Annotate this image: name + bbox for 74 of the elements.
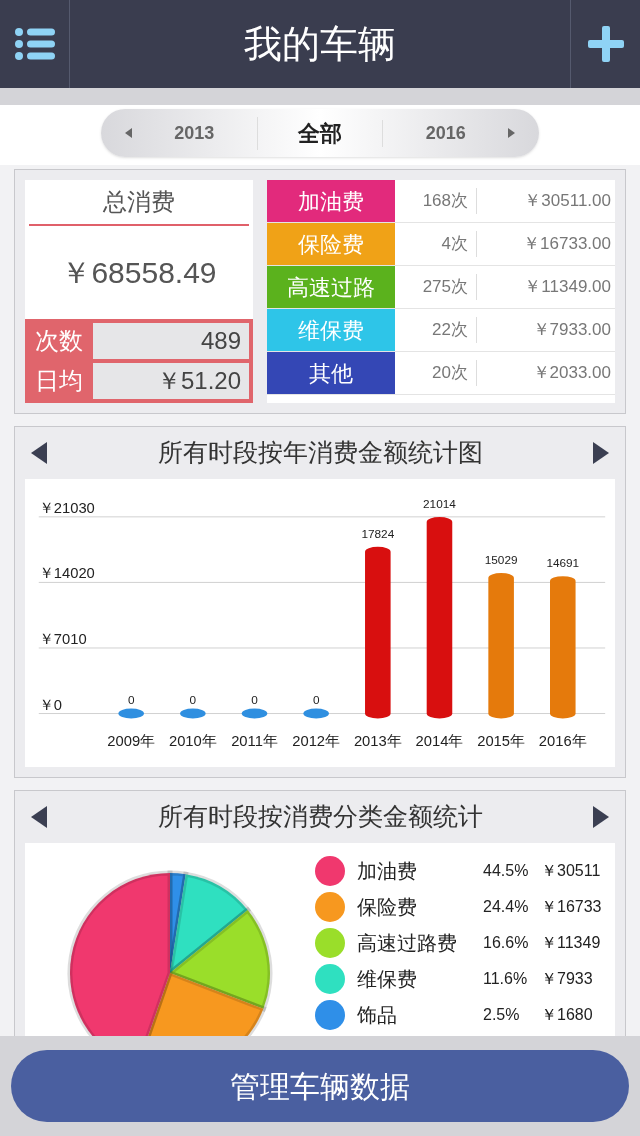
x-axis-label: 2010年 [168, 733, 217, 749]
legend-percent: 24.4% [483, 897, 530, 917]
amount-text: ￥16733.00 [522, 233, 612, 256]
value-label: 15029 [484, 553, 518, 568]
amount-text: ￥2033.00 [531, 362, 612, 385]
y-axis-label: ￥0 [38, 696, 62, 713]
page-title: 我的车辆 [243, 21, 397, 67]
y-axis-label: ￥14020 [38, 565, 95, 582]
value-label: 0 [251, 692, 258, 707]
right-arrow-icon[interactable] [508, 128, 515, 138]
value-label: 17824 [361, 527, 395, 541]
period-tab[interactable]: 全部 [256, 116, 383, 150]
legend-percent: 2.5% [483, 1005, 521, 1025]
count-text: 275次 [395, 274, 477, 300]
previous-arrow-icon[interactable] [31, 442, 47, 464]
period-tab[interactable]: 2013 [132, 119, 257, 147]
count-text: 20次 [395, 360, 477, 386]
legend-percent: 11.6% [483, 969, 529, 989]
legend-amount: ￥1680 [541, 1005, 593, 1025]
next-arrow-icon[interactable] [593, 806, 609, 828]
y-axis-label: ￥21030 [38, 499, 95, 516]
legend-amount: ￥7933 [541, 969, 593, 989]
stat-label: 日均 [34, 366, 84, 396]
legend-label: 高速过路费 [357, 931, 458, 956]
x-axis-label: 2015年 [477, 733, 526, 749]
stat-value: ￥51.20 [93, 363, 249, 399]
amount-text: ￥11349.00 [523, 276, 612, 299]
value-label: 0 [127, 692, 135, 707]
next-arrow-icon[interactable] [593, 442, 609, 464]
legend-amount: ￥11349 [541, 933, 601, 953]
x-axis-label: 2012年 [292, 733, 341, 749]
chart-title: 所有时段按消费分类金额统计 [157, 801, 483, 833]
legend-label: 保险费 [357, 895, 418, 920]
count-text: 22次 [395, 317, 477, 343]
legend-percent: 44.5% [483, 861, 530, 881]
left-arrow-icon[interactable] [125, 128, 132, 138]
add-icon[interactable] [587, 26, 624, 62]
y-axis-label: ￥7010 [38, 631, 87, 648]
menu-icon[interactable] [14, 28, 55, 60]
count-text: 4次 [395, 231, 477, 257]
previous-arrow-icon[interactable] [31, 806, 47, 828]
total-amount: ￥68558.49 [60, 255, 218, 291]
x-axis-label: 2016年 [538, 733, 587, 749]
bar [241, 708, 268, 719]
value-label: 21014 [423, 497, 456, 512]
x-axis-label: 2014年 [415, 733, 464, 749]
legend-percent: 16.6% [483, 933, 530, 953]
bar [180, 708, 206, 719]
amount-text: ￥7933.00 [531, 319, 612, 342]
total-label: 总消费 [102, 187, 176, 217]
category-label: 维保费 [267, 309, 395, 351]
count-text: 168次 [395, 188, 477, 214]
category-label: 其他 [267, 352, 395, 394]
legend-label: 饰品 [357, 1003, 398, 1028]
value-label: 0 [189, 692, 197, 707]
amount-text: ￥30511.00 [523, 190, 612, 213]
legend-label: 加油费 [357, 859, 418, 884]
manage-data-button[interactable]: 管理车辆数据 [11, 1050, 629, 1122]
value-label: 0 [312, 692, 320, 707]
stat-label: 次数 [34, 326, 84, 356]
value-label: 14691 [546, 556, 580, 571]
legend-amount: ￥30511 [541, 861, 601, 881]
x-axis-label: 2009年 [107, 733, 156, 749]
x-axis-label: 2011年 [231, 733, 278, 749]
category-label: 高速过路 [267, 266, 395, 308]
legend-label: 维保费 [357, 967, 418, 992]
chart-title: 所有时段按年消费金额统计图 [157, 437, 483, 469]
category-label: 加油费 [267, 180, 395, 222]
bar [118, 708, 144, 719]
legend-amount: ￥16733 [541, 897, 602, 917]
stat-value: 489 [93, 323, 249, 359]
category-label: 保险费 [267, 223, 395, 265]
x-axis-label: 2013年 [353, 733, 402, 749]
bar [303, 708, 329, 719]
